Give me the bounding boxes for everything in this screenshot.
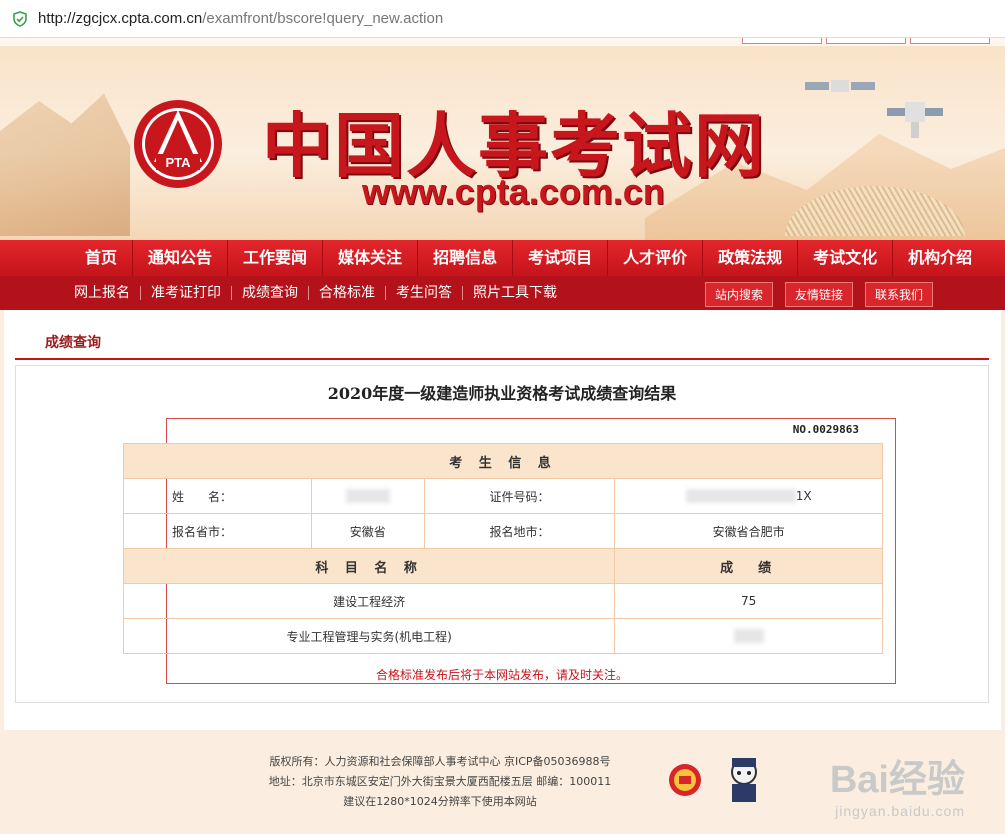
city-label: 报名地市：: [423, 513, 616, 549]
nav-item-media[interactable]: 媒体关注: [323, 240, 419, 276]
top-strip-button[interactable]: [910, 38, 990, 44]
table-row: 专业工程管理与实务(机电工程): [122, 618, 883, 654]
friendly-links-button[interactable]: 友情链接: [784, 282, 853, 307]
nav-item-culture[interactable]: 考试文化: [798, 240, 894, 276]
sub-nav-right-buttons: 站内搜索 友情链接 联系我们: [704, 282, 933, 307]
result-title: 2020年度一级建造师执业资格考试成绩查询结果: [327, 384, 677, 403]
subject-header: 科 目 名 称: [122, 548, 616, 584]
info-header: 考 生 信 息: [123, 443, 883, 479]
browser-address-bar[interactable]: http://zgcjcx.cpta.com.cn/examfront/bsco…: [0, 0, 1005, 38]
table-row: 建设工程经济 75: [122, 583, 883, 619]
satellite-icon: [805, 80, 875, 92]
secure-shield-icon: [13, 10, 27, 27]
great-wall-decoration: [0, 93, 130, 236]
sub-nav-pass-standard[interactable]: 合格标准: [309, 286, 386, 300]
subject-name: 建设工程经济: [122, 583, 616, 619]
site-url: www.cpta.com.cn: [362, 171, 665, 212]
sub-nav-faq[interactable]: 考生问答: [386, 286, 463, 300]
spacecraft-icon: [887, 102, 943, 138]
subject-name: 专业工程管理与实务(机电工程): [122, 618, 616, 654]
url-host: http://zgcjcx.cpta.com.cn: [38, 10, 203, 27]
name-label: 姓 名：: [123, 478, 312, 514]
nav-item-about[interactable]: 机构介绍: [893, 240, 987, 276]
subject-score: 75: [614, 583, 883, 619]
pta-logo-icon: PTA: [134, 100, 222, 188]
serial-number: NO.0029863: [792, 423, 859, 436]
province-value: 安徽省: [310, 513, 425, 549]
nav-item-news[interactable]: 工作要闻: [228, 240, 324, 276]
watermark-site: jingyan.baidu.com: [835, 803, 965, 819]
table-row: 科 目 名 称 成 绩: [122, 548, 883, 584]
nav-item-home[interactable]: 首页: [70, 240, 134, 276]
nav-item-evaluation[interactable]: 人才评价: [608, 240, 704, 276]
nav-item-notices[interactable]: 通知公告: [133, 240, 229, 276]
id-label: 证件号码：: [423, 478, 616, 514]
police-badge-icon[interactable]: [667, 762, 703, 798]
score-header: 成 绩: [614, 548, 883, 584]
nav-item-policies[interactable]: 政策法规: [703, 240, 799, 276]
top-strip: [0, 38, 1005, 46]
redacted-score: [733, 629, 764, 644]
watermark-brand: Bai经验: [829, 759, 965, 801]
sub-nav-admission-ticket[interactable]: 准考证打印: [141, 286, 232, 300]
score-table: 考 生 信 息 姓 名： 证件号码： 1X 报名省市： 安徽省 报名地市： 安徽…: [122, 443, 883, 654]
name-value: [310, 478, 425, 514]
sub-nav-photo-tool[interactable]: 照片工具下载: [463, 286, 567, 300]
redacted-name: [345, 489, 390, 504]
url-text[interactable]: http://zgcjcx.cpta.com.cn/examfront/bsco…: [38, 10, 443, 27]
nav-item-recruitment[interactable]: 招聘信息: [418, 240, 514, 276]
baidu-watermark: Bai经验 jingyan.baidu.com: [830, 748, 965, 819]
sub-nav-score-query[interactable]: 成绩查询: [232, 286, 309, 300]
top-strip-button[interactable]: [826, 38, 906, 44]
sub-navigation: 网上报名 准考证打印 成绩查询 合格标准 考生问答 照片工具下载 站内搜索 友情…: [0, 276, 1005, 310]
main-navigation: 首页 通知公告 工作要闻 媒体关注 招聘信息 考试项目 人才评价 政策法规 考试…: [0, 240, 1005, 276]
content-panel: 成绩查询 2020年度一级建造师执业资格考试成绩查询结果 NO.0029863 …: [4, 310, 1001, 730]
cyber-police-icon[interactable]: [722, 756, 766, 806]
footer: 版权所有：人力资源和社会保障部人事考试中心 京ICP备05036988号 地址：…: [0, 730, 1005, 834]
id-value: 1X: [614, 478, 883, 514]
table-row: 报名省市： 安徽省 报名地市： 安徽省合肥市: [123, 513, 883, 549]
city-value: 安徽省合肥市: [614, 513, 883, 549]
nav-item-exams[interactable]: 考试项目: [513, 240, 609, 276]
notice-text: 合格标准发布后将于本网站发布，请及时关注。: [375, 668, 628, 682]
table-row: 考 生 信 息: [123, 443, 883, 479]
table-row: 姓 名： 证件号码： 1X: [123, 478, 883, 514]
id-suffix: 1X: [795, 488, 812, 503]
site-search-button[interactable]: 站内搜索: [704, 282, 773, 307]
logo-text: PTA: [165, 155, 191, 170]
section-header: 成绩查询: [15, 322, 989, 360]
url-path: /examfront/bscore!query_new.action: [202, 10, 444, 27]
province-label: 报名省市：: [123, 513, 312, 549]
redacted-id: [685, 489, 796, 504]
top-strip-button[interactable]: [742, 38, 822, 44]
subject-score: [614, 618, 883, 654]
contact-us-button[interactable]: 联系我们: [864, 282, 933, 307]
section-title: 成绩查询: [45, 335, 101, 351]
sub-nav-registration[interactable]: 网上报名: [64, 286, 141, 300]
result-box: 2020年度一级建造师执业资格考试成绩查询结果 NO.0029863 考 生 信…: [15, 365, 989, 703]
site-banner: PTA 中国人事考试网 www.cpta.com.cn: [0, 46, 1005, 240]
